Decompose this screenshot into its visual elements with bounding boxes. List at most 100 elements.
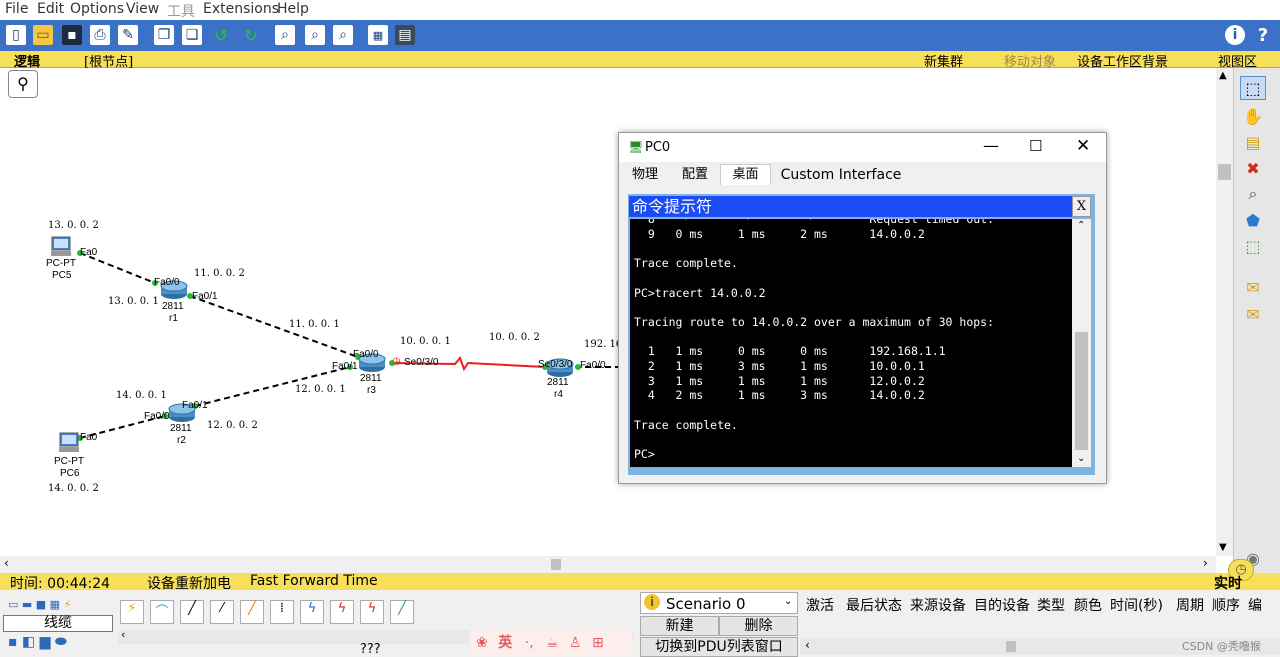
r3-model: 2811 bbox=[360, 373, 382, 384]
menu-help[interactable]: Help bbox=[277, 1, 309, 17]
r3-fa00: Fa0/0 bbox=[353, 349, 379, 360]
serial-dte-cable-icon[interactable]: ϟ bbox=[360, 600, 384, 624]
pc6-icon[interactable] bbox=[57, 432, 81, 454]
ime-grid-icon[interactable]: ⊞ bbox=[592, 635, 604, 651]
pc0-titlebar[interactable]: 🖥 PC0 — ☐ ✕ bbox=[619, 133, 1106, 162]
chevron-down-icon: ⌄ bbox=[784, 596, 793, 607]
cable-palette: ⚡ ⌒ ╱ ⁄ ╱ ⁞ ϟ ϟ ϟ ╱ bbox=[118, 596, 633, 630]
scroll-left-icon[interactable]: ‹ bbox=[4, 556, 9, 570]
terminal-line: PC>tracert 14.0.0.2 bbox=[634, 285, 766, 300]
copy-icon[interactable]: ❐ bbox=[154, 25, 174, 45]
tab-desktop[interactable]: 桌面 bbox=[720, 164, 771, 185]
pdu-col-time: 时间(秒) bbox=[1110, 598, 1163, 614]
scroll-down-icon[interactable]: ▼ bbox=[1219, 542, 1227, 553]
palette-icon[interactable]: ▦ bbox=[368, 25, 388, 45]
zoom-out-icon[interactable]: ⌕ bbox=[333, 25, 353, 45]
menu-edit[interactable]: Edit bbox=[37, 1, 64, 17]
command-prompt-close-button[interactable]: X bbox=[1072, 196, 1091, 217]
pc6-model: PC-PT bbox=[54, 456, 84, 467]
ime-cup-icon[interactable]: ☕ bbox=[546, 635, 559, 651]
r4-name: r4 bbox=[554, 389, 563, 400]
help-icon[interactable]: ? bbox=[1252, 24, 1274, 46]
scenario-info-icon[interactable]: i bbox=[644, 594, 660, 610]
activity-wizard-icon[interactable]: ✎ bbox=[118, 25, 138, 45]
fiber-cable-icon[interactable]: ╱ bbox=[240, 600, 264, 624]
add-simple-pdu-icon[interactable]: ✉ bbox=[1240, 275, 1266, 299]
info-icon[interactable]: i bbox=[1225, 25, 1245, 45]
console-cable-icon[interactable]: ⌒ bbox=[150, 600, 174, 624]
menu-file[interactable]: File bbox=[5, 1, 28, 17]
fast-forward-button[interactable]: Fast Forward Time bbox=[250, 573, 378, 589]
redo-icon[interactable]: ↻ bbox=[240, 24, 262, 46]
custom-device-icon[interactable]: ▤ bbox=[395, 25, 415, 45]
pc5-ip: 13. 0. 0. 2 bbox=[48, 220, 99, 231]
ime-paw-icon[interactable]: ❀ bbox=[476, 635, 488, 651]
zoom-reset-icon[interactable]: ⌕ bbox=[305, 25, 325, 45]
resize-shape-icon[interactable]: ⬚ bbox=[1240, 234, 1266, 258]
ime-toolbar[interactable]: ❀ 英 ·, ☕ ♙ ⊞ bbox=[470, 630, 632, 656]
r3-fa01: Fa0/1 bbox=[332, 361, 358, 372]
maximize-icon[interactable]: ☐ bbox=[1029, 137, 1042, 155]
command-prompt-frame: 命令提示符 X 8 * * * Request timed out. 9 0 m… bbox=[628, 194, 1095, 475]
ime-language[interactable]: 英 bbox=[498, 635, 512, 651]
terminal-scrollbar[interactable]: ⌃ ⌄ bbox=[1072, 219, 1091, 467]
octal-cable-icon[interactable]: ╱ bbox=[390, 600, 414, 624]
phone-cable-icon[interactable]: ⁞ bbox=[270, 600, 294, 624]
r2-fa00: Fa0/0 bbox=[144, 411, 170, 422]
hscroll-thumb[interactable] bbox=[551, 559, 561, 570]
menu-view[interactable]: View bbox=[126, 1, 159, 17]
draw-shape-icon[interactable]: ⬟ bbox=[1240, 208, 1266, 232]
crossover-cable-icon[interactable]: ⁄ bbox=[210, 600, 234, 624]
paste-icon[interactable]: ❏ bbox=[182, 25, 202, 45]
auto-cable-icon[interactable]: ⚡ bbox=[120, 600, 144, 624]
ime-user-icon[interactable]: ♙ bbox=[569, 635, 582, 651]
terminal-line: Tracing route to 14.0.0.2 over a maximum… bbox=[634, 314, 995, 329]
palette-scroll-left-icon[interactable]: ‹ bbox=[121, 628, 125, 641]
minimize-icon[interactable]: — bbox=[983, 136, 999, 155]
zoom-in-icon[interactable]: ⌕ bbox=[275, 25, 295, 45]
delete-icon[interactable]: ✖ bbox=[1240, 156, 1266, 180]
terminal-scroll-thumb[interactable] bbox=[1075, 332, 1088, 450]
workspace-horizontal-scrollbar[interactable]: ‹ › bbox=[0, 556, 1216, 573]
vscroll-thumb[interactable] bbox=[1218, 164, 1231, 180]
terminal-scroll-up-icon[interactable]: ⌃ bbox=[1077, 220, 1085, 231]
terminal-output[interactable]: 8 * * * Request timed out. 9 0 ms 1 ms 2… bbox=[630, 219, 1072, 467]
inspect-icon[interactable]: ⌕ bbox=[1240, 182, 1266, 206]
select-tool-icon[interactable]: ⬚ bbox=[1240, 76, 1266, 100]
straight-cable-icon[interactable]: ╱ bbox=[180, 600, 204, 624]
tab-config[interactable]: 配置 bbox=[670, 164, 720, 185]
ime-punct-icon[interactable]: ·, bbox=[525, 635, 534, 651]
device-category-icons[interactable]: ▭ ▬ ■ ▦ ⚡ bbox=[8, 598, 71, 611]
scroll-up-icon[interactable]: ▲ bbox=[1219, 70, 1227, 81]
tab-custom-interface[interactable]: Custom Interface bbox=[771, 164, 911, 185]
place-note-icon[interactable]: ▤ bbox=[1240, 130, 1266, 154]
menu-extensions[interactable]: Extensions bbox=[203, 1, 279, 17]
close-icon[interactable]: ✕ bbox=[1076, 136, 1090, 156]
menu-options[interactable]: Options bbox=[70, 1, 124, 17]
new-file-icon[interactable]: ▯ bbox=[6, 25, 26, 45]
add-complex-pdu-icon[interactable]: ✉ bbox=[1240, 302, 1266, 326]
undo-icon[interactable]: ↺ bbox=[210, 24, 232, 46]
delete-scenario-button[interactable]: 删除 bbox=[719, 616, 798, 636]
new-scenario-button[interactable]: 新建 bbox=[640, 616, 719, 636]
serial-dce-cable-icon[interactable]: ϟ bbox=[330, 600, 354, 624]
terminal-scroll-down-icon[interactable]: ⌄ bbox=[1077, 453, 1085, 464]
pc5-icon[interactable] bbox=[49, 236, 73, 258]
print-icon[interactable]: ⎙ bbox=[90, 25, 110, 45]
open-folder-icon[interactable]: ▭ bbox=[33, 25, 53, 45]
toggle-pdu-list-button[interactable]: 切换到PDU列表窗口 bbox=[640, 637, 798, 657]
tab-physical[interactable]: 物理 bbox=[622, 164, 668, 185]
workspace-vertical-scrollbar[interactable]: ▲ ▼ bbox=[1216, 68, 1233, 556]
scroll-right-icon[interactable]: › bbox=[1203, 556, 1208, 570]
pdu-scroll-thumb[interactable] bbox=[1006, 641, 1016, 652]
pdu-scroll-left-icon[interactable]: ‹ bbox=[805, 638, 810, 652]
device-subtype-icons[interactable]: ▪ ◧ ▆ ⬬ bbox=[8, 634, 67, 650]
move-layout-icon[interactable]: ✋ bbox=[1240, 104, 1266, 128]
pc6-ip: 14. 0. 0. 2 bbox=[48, 483, 99, 494]
scenario-value: Scenario 0 bbox=[666, 595, 746, 613]
coaxial-cable-icon[interactable]: ϟ bbox=[300, 600, 324, 624]
menu-tools[interactable]: 工具 bbox=[167, 1, 195, 21]
pc6-port: Fa0 bbox=[80, 432, 98, 443]
scenario-select[interactable]: i Scenario 0 ⌄ bbox=[640, 592, 798, 614]
save-icon[interactable]: ▪ bbox=[62, 25, 82, 45]
